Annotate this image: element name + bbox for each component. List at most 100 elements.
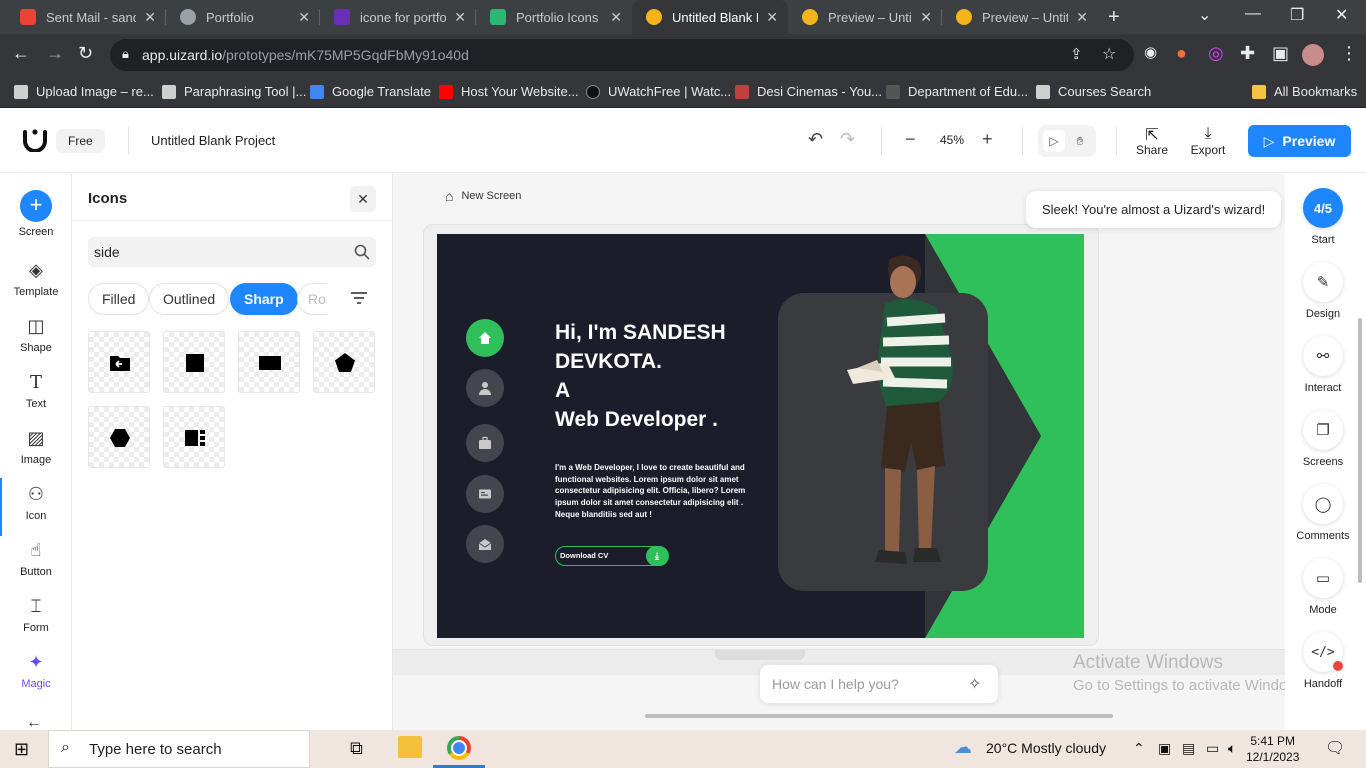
close-tab-icon[interactable]: ✕ — [766, 9, 778, 26]
filter-chip-round[interactable]: Round — [297, 283, 327, 315]
address-bar[interactable]: 🔒︎ app.uizard.io/prototypes/mK75MP5GqdFb… — [110, 39, 1134, 71]
close-panel-icon[interactable]: ✕ — [350, 186, 376, 212]
close-tab-icon[interactable]: ✕ — [454, 9, 466, 26]
uizard-logo-icon[interactable] — [22, 128, 48, 152]
nav-about-button[interactable] — [466, 369, 504, 407]
export-button[interactable]: ⤓ Export — [1188, 125, 1228, 157]
zoom-level[interactable]: 45% — [940, 133, 964, 147]
browser-tab[interactable]: Preview – Untitled ✕ — [788, 0, 942, 34]
filter-chip-sharp[interactable]: Sharp — [230, 283, 298, 315]
play-pointer-icon[interactable]: ▷ — [1043, 130, 1065, 152]
screen-label[interactable]: ⌂ New Screen — [445, 188, 521, 204]
undo-icon[interactable]: ↶ — [808, 129, 823, 150]
weather-text[interactable]: 20°C Mostly cloudy — [986, 740, 1106, 756]
taskbar-search[interactable]: ⌕ Type here to search — [48, 730, 310, 768]
preview-button[interactable]: ▷ Preview — [1248, 125, 1351, 157]
tray-app-icon[interactable]: ▣ — [1158, 740, 1171, 757]
reload-icon[interactable]: ↻ — [78, 43, 93, 64]
right-item-mode[interactable]: ▭ Mode — [1285, 558, 1361, 616]
search-icon[interactable] — [354, 244, 370, 260]
icon-result-rectangle[interactable] — [238, 331, 300, 393]
side-panel-icon[interactable]: ▣ — [1272, 43, 1289, 64]
bookmark-item[interactable]: Courses Search — [1036, 84, 1151, 99]
icon-result-folder-back[interactable] — [88, 331, 150, 393]
icon-result-view-side[interactable] — [163, 406, 225, 468]
download-cv-button[interactable]: Download CV ⤓ — [555, 546, 669, 566]
portfolio-screen[interactable]: Hi, I'm SANDESH DEVKOTA. A Web Developer… — [437, 234, 1084, 638]
browser-tab[interactable]: Sent Mail - sandesh ✕ — [6, 0, 166, 34]
minimize-icon[interactable]: — — [1245, 5, 1261, 23]
browser-tab[interactable]: Portfolio Icons & Symbols ✕ — [476, 0, 632, 34]
profile-avatar[interactable] — [1302, 44, 1324, 66]
close-window-icon[interactable]: ✕ — [1335, 5, 1348, 25]
filter-chip-filled[interactable]: Filled — [88, 283, 150, 315]
notifications-icon[interactable]: 🗨︎ — [1325, 738, 1345, 758]
nav-projects-button[interactable] — [466, 475, 504, 513]
rail-item-magic[interactable]: ✦ Magic — [0, 652, 72, 690]
file-explorer-icon[interactable] — [398, 736, 422, 758]
zoom-out-icon[interactable]: − — [905, 129, 916, 150]
bookmark-item[interactable]: Desi Cinemas - You... — [735, 84, 882, 99]
close-tab-icon[interactable]: ✕ — [298, 9, 310, 26]
share-page-icon[interactable]: ⇪ — [1070, 45, 1083, 63]
bookmark-item[interactable]: Department of Edu... — [886, 84, 1028, 99]
icon-search-input[interactable] — [88, 237, 376, 267]
rail-item-button[interactable]: ☝︎ Button — [0, 540, 72, 578]
battery-icon[interactable]: ▭ — [1206, 740, 1219, 757]
rail-item-template[interactable]: ◈ Template — [0, 260, 72, 298]
tab-search-icon[interactable]: ⌄ — [1198, 5, 1211, 25]
back-icon[interactable]: ← — [12, 43, 30, 64]
rail-item-screen[interactable]: + Screen — [0, 190, 72, 238]
share-button[interactable]: ⇱ Share — [1134, 125, 1170, 157]
zoom-in-icon[interactable]: + — [982, 129, 993, 150]
rail-item-text[interactable]: T Text — [0, 372, 72, 410]
right-item-interact[interactable]: ⚯ Interact — [1285, 336, 1361, 394]
tray-chevron-icon[interactable]: ⌃ — [1133, 740, 1145, 757]
icon-result-square[interactable] — [163, 331, 225, 393]
horizontal-scrollbar[interactable] — [645, 714, 1113, 718]
all-bookmarks[interactable]: All Bookmarks — [1252, 84, 1357, 99]
new-tab-icon[interactable]: + — [1108, 6, 1120, 29]
onboarding-progress[interactable]: 4/5 Start — [1285, 188, 1361, 246]
hand-icon[interactable]: ✋︎ — [1069, 130, 1091, 152]
bookmark-star-icon[interactable]: ☆ — [1102, 44, 1116, 64]
menu-kebab-icon[interactable]: ⋮ — [1340, 43, 1358, 64]
project-title[interactable]: Untitled Blank Project — [151, 133, 275, 148]
right-item-screens[interactable]: ❐ Screens — [1285, 410, 1361, 468]
task-view-icon[interactable]: ⧉ — [350, 738, 363, 759]
extension-icon[interactable]: ◎ — [1208, 43, 1224, 64]
filter-chip-outlined[interactable]: Outlined — [149, 283, 230, 315]
right-item-comments[interactable]: ◯ Comments — [1285, 484, 1361, 542]
ai-assistant-input[interactable]: How can I help you? ✧ — [760, 665, 998, 703]
close-tab-icon[interactable]: ✕ — [920, 9, 932, 26]
system-clock[interactable]: 5:41 PM 12/1/2023 — [1246, 733, 1299, 765]
browser-tab[interactable]: Preview – Untitled ✕ — [942, 0, 1098, 34]
camera-extension-icon[interactable]: ◉ — [1144, 43, 1157, 61]
icon-result-pentagon[interactable] — [313, 331, 375, 393]
browser-tab[interactable]: Portfolio ✕ — [166, 0, 320, 34]
close-tab-icon[interactable]: ✕ — [1076, 9, 1088, 26]
redo-icon[interactable]: ↷ — [840, 129, 855, 150]
rail-item-form[interactable]: ⌶ Form — [0, 596, 72, 634]
right-item-design[interactable]: ✎ Design — [1285, 262, 1361, 320]
sparkle-icon[interactable]: ✧ — [968, 674, 981, 694]
brave-extension-icon[interactable]: ● — [1176, 43, 1187, 64]
right-item-handoff[interactable]: </> Handoff — [1285, 632, 1361, 690]
volume-icon[interactable]: 🔈︎ — [1228, 740, 1236, 757]
nav-home-button[interactable] — [466, 319, 504, 357]
nav-contact-button[interactable] — [466, 525, 504, 563]
bookmark-item[interactable]: Upload Image – re... — [14, 84, 154, 99]
extensions-puzzle-icon[interactable]: ✚ — [1240, 43, 1255, 64]
vertical-scrollbar[interactable] — [1358, 318, 1362, 583]
windows-start-icon[interactable]: ⊞ — [14, 739, 29, 760]
bookmark-item[interactable]: Paraphrasing Tool |... — [162, 84, 306, 99]
browser-tab-active[interactable]: Untitled Blank Project ✕ — [632, 0, 788, 34]
bookmark-item[interactable]: Host Your Website... — [439, 84, 579, 99]
design-canvas[interactable]: ⌂ New Screen Hi, I'm SANDESH DEVKOTA. A — [393, 174, 1285, 730]
nav-work-button[interactable] — [466, 424, 504, 462]
rail-item-icon[interactable]: ⚇ Icon — [0, 484, 72, 522]
bookmark-item[interactable]: UWatchFree | Watc... — [586, 84, 731, 99]
restore-icon[interactable]: ❐ — [1290, 5, 1304, 25]
forward-icon[interactable]: → — [46, 43, 64, 64]
rail-item-shape[interactable]: ◫ Shape — [0, 316, 72, 354]
